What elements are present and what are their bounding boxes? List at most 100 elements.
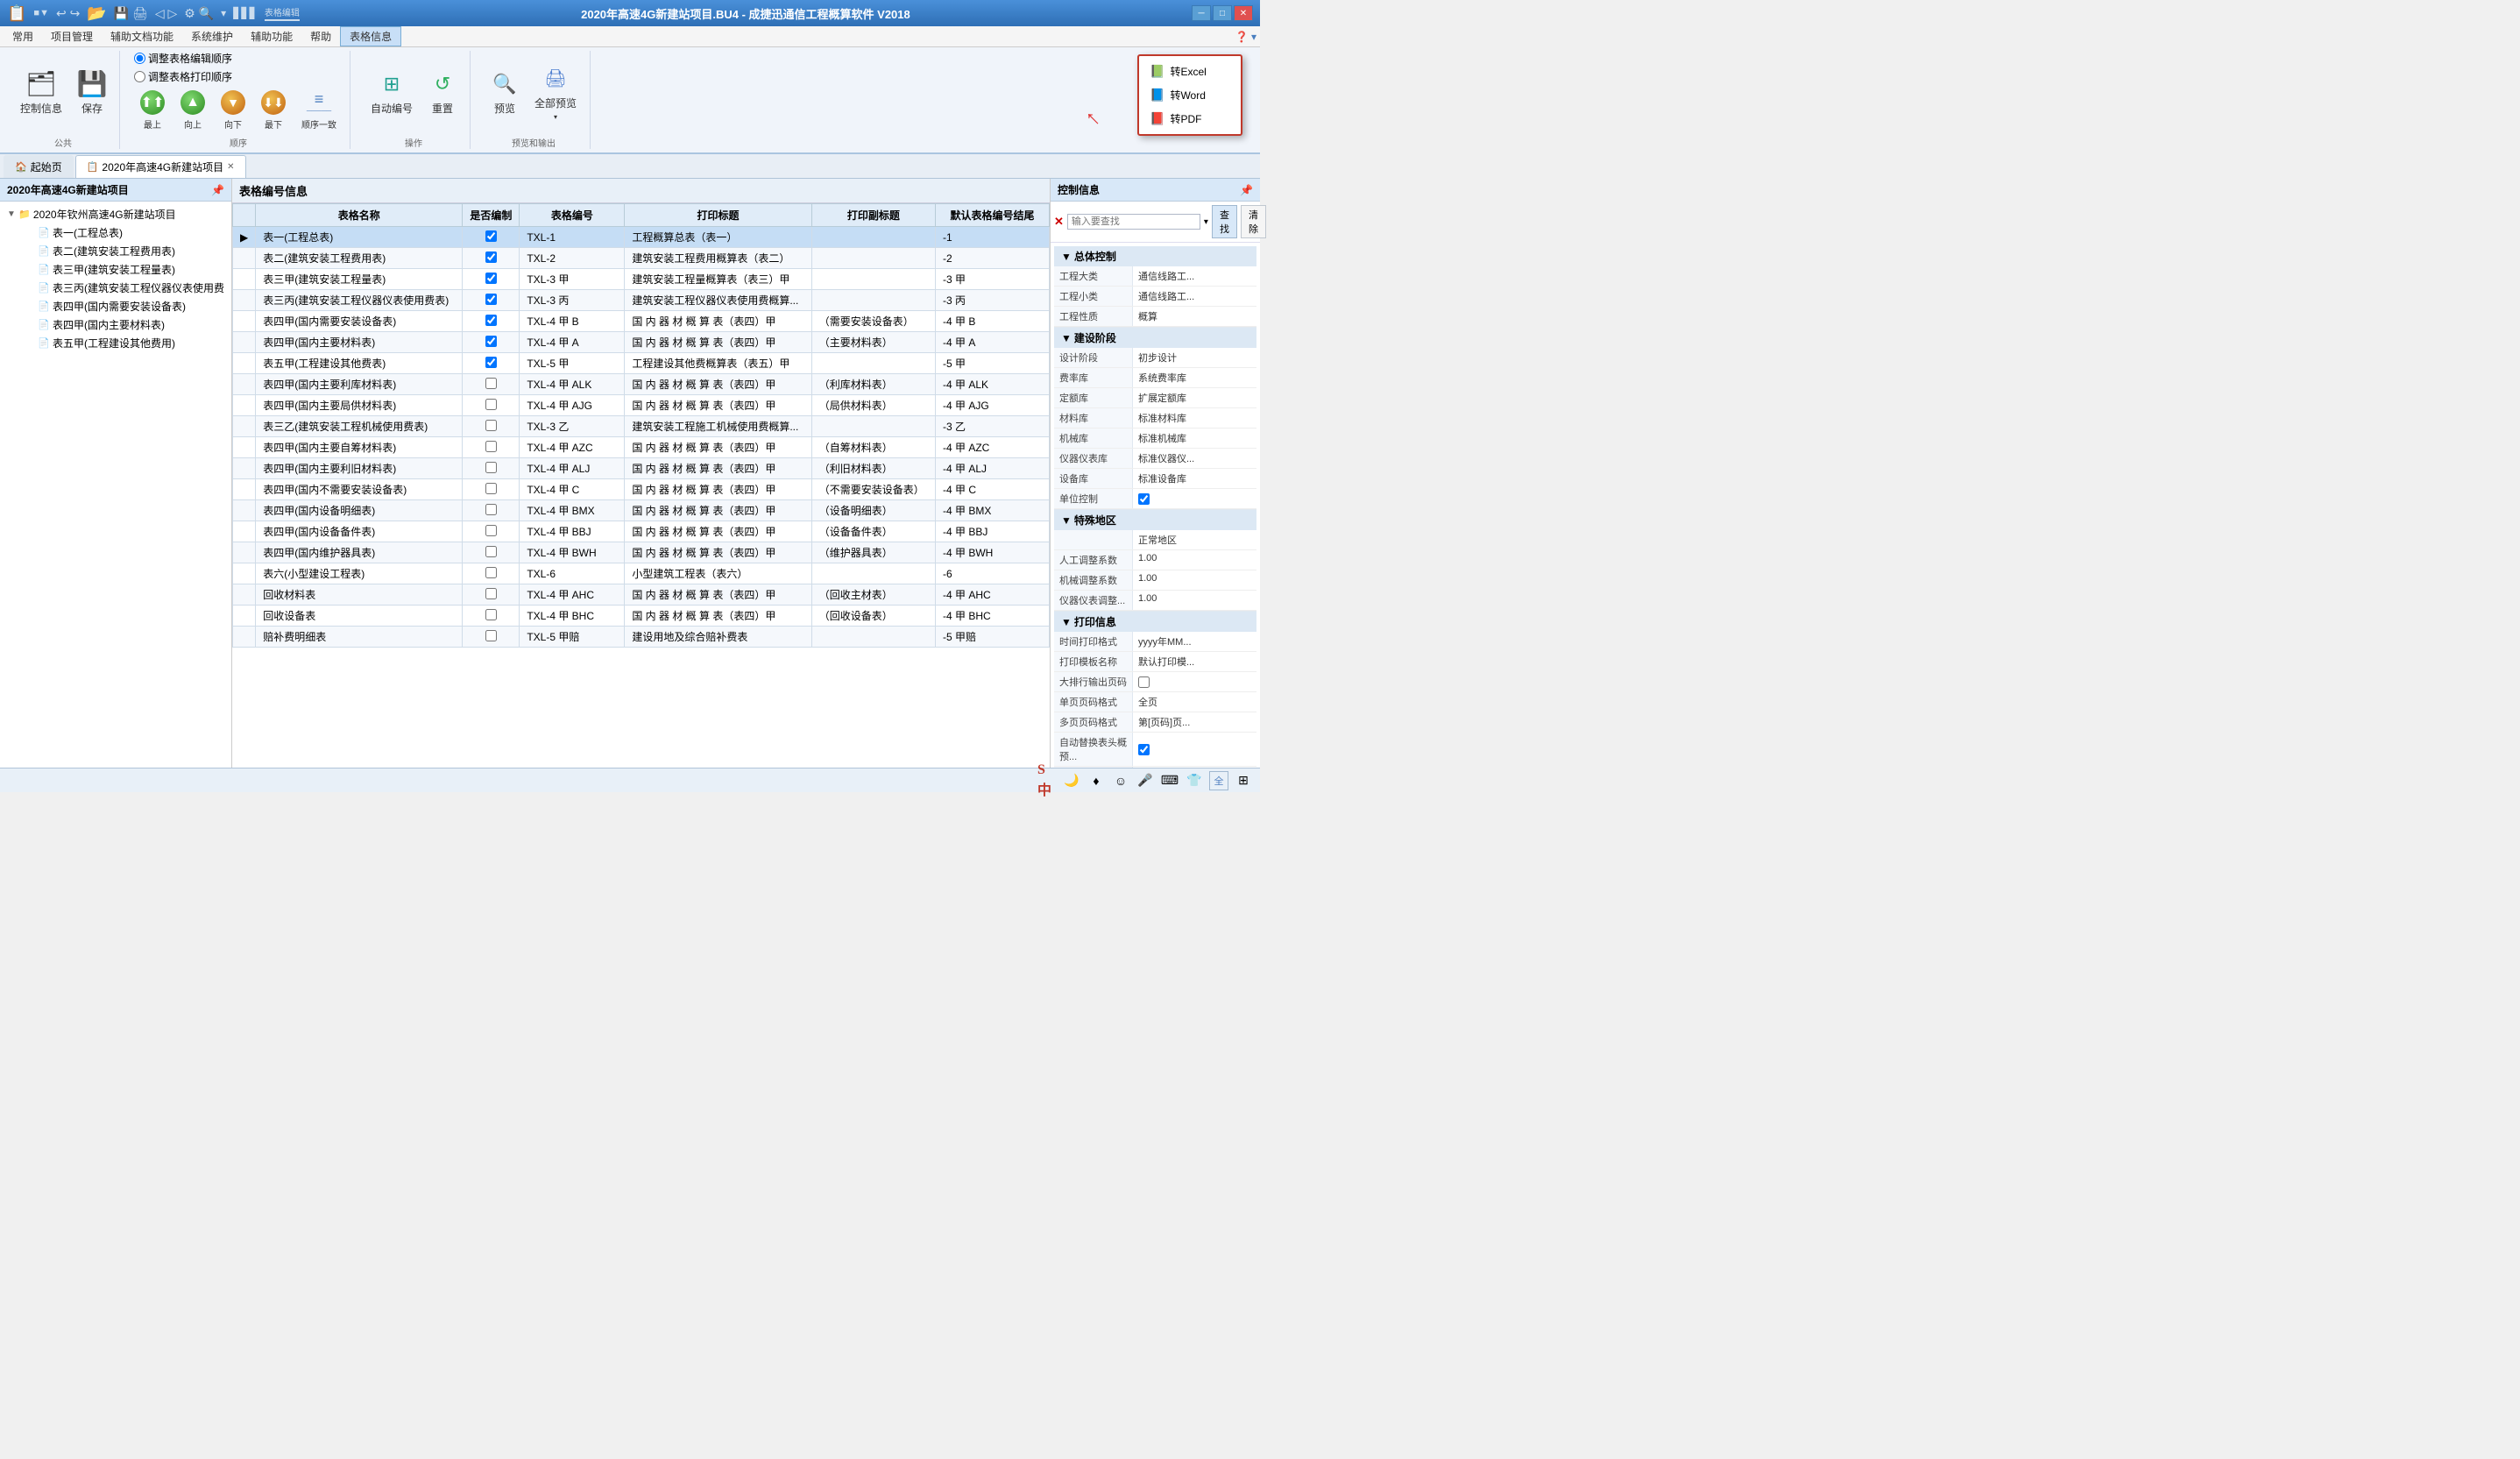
find-button[interactable]: 查找 (1212, 205, 1237, 238)
status-icon-moon[interactable]: 🌙 (1062, 771, 1081, 790)
row-enabled-cell[interactable] (463, 563, 520, 584)
row-enabled-cell[interactable] (463, 269, 520, 290)
export-excel-button[interactable]: 📗 转Excel (1139, 60, 1241, 83)
status-icon-shirt[interactable]: 👕 (1185, 771, 1204, 790)
row-name-cell[interactable]: 表四甲(国内不需要安装设备表) (256, 479, 463, 500)
radio-edit-order[interactable]: 调整表格编辑顺序 (134, 51, 232, 66)
row-name-cell[interactable]: 表三丙(建筑安装工程仪器仪表使用费表) (256, 290, 463, 311)
move-down-button[interactable]: ▼ 向下 (215, 87, 251, 134)
row-enabled-cell[interactable] (463, 416, 520, 437)
search-close-icon[interactable]: ✕ (1054, 215, 1064, 229)
row-enabled-cell[interactable] (463, 311, 520, 332)
row-name-cell[interactable]: 表三乙(建筑安装工程机械使用费表) (256, 416, 463, 437)
prop-section-header[interactable]: ▼ 打印信息 (1054, 612, 1256, 632)
tab-project[interactable]: 📋 2020年高速4G新建站项目 ✕ (75, 155, 246, 178)
row-name-cell[interactable]: 回收材料表 (256, 584, 463, 606)
prop-section-header[interactable]: ▼ 特殊地区 (1054, 510, 1256, 530)
status-icon-zhong[interactable]: S中 (1037, 771, 1057, 790)
order-consistent-button[interactable]: ≡ ───── 顺序一致 (295, 87, 343, 134)
row-enabled-checkbox[interactable] (485, 441, 497, 452)
tree-item-t5a[interactable]: 📄 表五甲(工程建设其他费用) (4, 334, 228, 352)
row-enabled-checkbox[interactable] (485, 273, 497, 284)
reset-button[interactable]: ↺ 重置 (422, 67, 463, 119)
tree-expand-root[interactable]: ▼ (7, 209, 16, 219)
row-enabled-cell[interactable] (463, 500, 520, 521)
tree-item-t2[interactable]: 📄 表二(建筑安装工程费用表) (4, 242, 228, 260)
row-enabled-cell[interactable] (463, 332, 520, 353)
row-enabled-checkbox[interactable] (485, 546, 497, 557)
menu-item-tools[interactable]: 辅助功能 (242, 27, 301, 46)
prop-checkbox[interactable] (1138, 676, 1150, 688)
row-enabled-checkbox[interactable] (485, 230, 497, 242)
minimize-button[interactable]: ─ (1192, 5, 1211, 21)
row-name-cell[interactable]: 表四甲(国内维护器具表) (256, 542, 463, 563)
tree-item-t4b[interactable]: 📄 表四甲(国内主要材料表) (4, 315, 228, 334)
row-name-cell[interactable]: 表四甲(国内主要自筹材料表) (256, 437, 463, 458)
help-link[interactable]: ❓ ▾ (1235, 31, 1256, 43)
row-enabled-cell[interactable] (463, 627, 520, 648)
maximize-button[interactable]: □ (1213, 5, 1232, 21)
row-enabled-checkbox[interactable] (485, 525, 497, 536)
prop-checkbox-cell[interactable] (1133, 672, 1155, 691)
menu-item-project[interactable]: 项目管理 (42, 27, 102, 46)
row-name-cell[interactable]: 表四甲(国内主要利旧材料表) (256, 458, 463, 479)
clear-button[interactable]: 清除 (1241, 205, 1266, 238)
prop-checkbox-cell[interactable] (1133, 767, 1155, 768)
row-enabled-checkbox[interactable] (485, 420, 497, 431)
row-name-cell[interactable]: 表四甲(国内主要利库材料表) (256, 374, 463, 395)
save-button[interactable]: 💾 保存 (72, 67, 112, 119)
auto-number-button[interactable]: ⊞ 自动编号 (365, 67, 419, 119)
row-enabled-cell[interactable] (463, 395, 520, 416)
prop-section-header[interactable]: ▼ 建设阶段 (1054, 328, 1256, 348)
row-enabled-checkbox[interactable] (485, 588, 497, 599)
status-icon-mic[interactable]: 🎤 (1136, 771, 1155, 790)
radio-print-order[interactable]: 调整表格打印顺序 (134, 69, 232, 84)
menu-item-system[interactable]: 系统维护 (182, 27, 242, 46)
tree-item-t1[interactable]: 📄 表一(工程总表) (4, 223, 228, 242)
pin-button[interactable]: 📌 (211, 184, 224, 196)
row-name-cell[interactable]: 赔补费明细表 (256, 627, 463, 648)
status-icon-dot[interactable]: ♦ (1087, 771, 1106, 790)
prop-checkbox[interactable] (1138, 493, 1150, 505)
status-icon-full[interactable]: 全 (1209, 771, 1228, 790)
row-enabled-cell[interactable] (463, 542, 520, 563)
menu-item-docs[interactable]: 辅助文档功能 (102, 27, 182, 46)
row-name-cell[interactable]: 回收设备表 (256, 606, 463, 627)
all-preview-button[interactable]: 🖨 全部预览 ▾ (528, 61, 583, 124)
row-name-cell[interactable]: 表三甲(建筑安装工程量表) (256, 269, 463, 290)
row-name-cell[interactable]: 表五甲(工程建设其他费表) (256, 353, 463, 374)
control-info-button[interactable]: 🗂 控制信息 (14, 67, 68, 119)
row-name-cell[interactable]: 表四甲(国内需要安装设备表) (256, 311, 463, 332)
tab-close-icon[interactable]: ✕ (227, 162, 234, 172)
row-enabled-checkbox[interactable] (485, 336, 497, 347)
status-icon-keyboard[interactable]: ⌨ (1160, 771, 1179, 790)
move-top-button[interactable]: ⬆⬆ 最上 (134, 87, 171, 134)
row-enabled-cell[interactable] (463, 606, 520, 627)
status-icon-grid[interactable]: ⊞ (1234, 771, 1253, 790)
move-up-button[interactable]: ▲ 向上 (174, 87, 211, 134)
row-name-cell[interactable]: 表四甲(国内主要材料表) (256, 332, 463, 353)
row-enabled-cell[interactable] (463, 458, 520, 479)
row-enabled-checkbox[interactable] (485, 399, 497, 410)
row-enabled-cell[interactable] (463, 248, 520, 269)
row-enabled-cell[interactable] (463, 290, 520, 311)
row-name-cell[interactable]: 表四甲(国内主要局供材料表) (256, 395, 463, 416)
tree-item-root[interactable]: ▼ 📁 2020年钦州高速4G新建站项目 (4, 205, 228, 223)
row-name-cell[interactable]: 表一(工程总表) (256, 227, 463, 248)
tab-home[interactable]: 🏠 起始页 (4, 155, 74, 178)
row-enabled-cell[interactable] (463, 437, 520, 458)
row-enabled-cell[interactable] (463, 227, 520, 248)
tree-item-t3a[interactable]: 📄 表三甲(建筑安装工程量表) (4, 260, 228, 279)
prop-section-header[interactable]: ▼ 总体控制 (1054, 246, 1256, 266)
row-name-cell[interactable]: 表二(建筑安装工程费用表) (256, 248, 463, 269)
row-enabled-cell[interactable] (463, 584, 520, 606)
row-enabled-checkbox[interactable] (485, 630, 497, 641)
move-bottom-button[interactable]: ⬇⬇ 最下 (255, 87, 292, 134)
right-panel-pin[interactable]: 📌 (1240, 184, 1253, 196)
row-enabled-checkbox[interactable] (485, 567, 497, 578)
status-icon-face[interactable]: ☺ (1111, 771, 1130, 790)
row-enabled-cell[interactable] (463, 479, 520, 500)
tree-item-t4a[interactable]: 📄 表四甲(国内需要安装设备表) (4, 297, 228, 315)
prop-checkbox-cell[interactable] (1133, 489, 1155, 508)
row-name-cell[interactable]: 表四甲(国内设备明细表) (256, 500, 463, 521)
